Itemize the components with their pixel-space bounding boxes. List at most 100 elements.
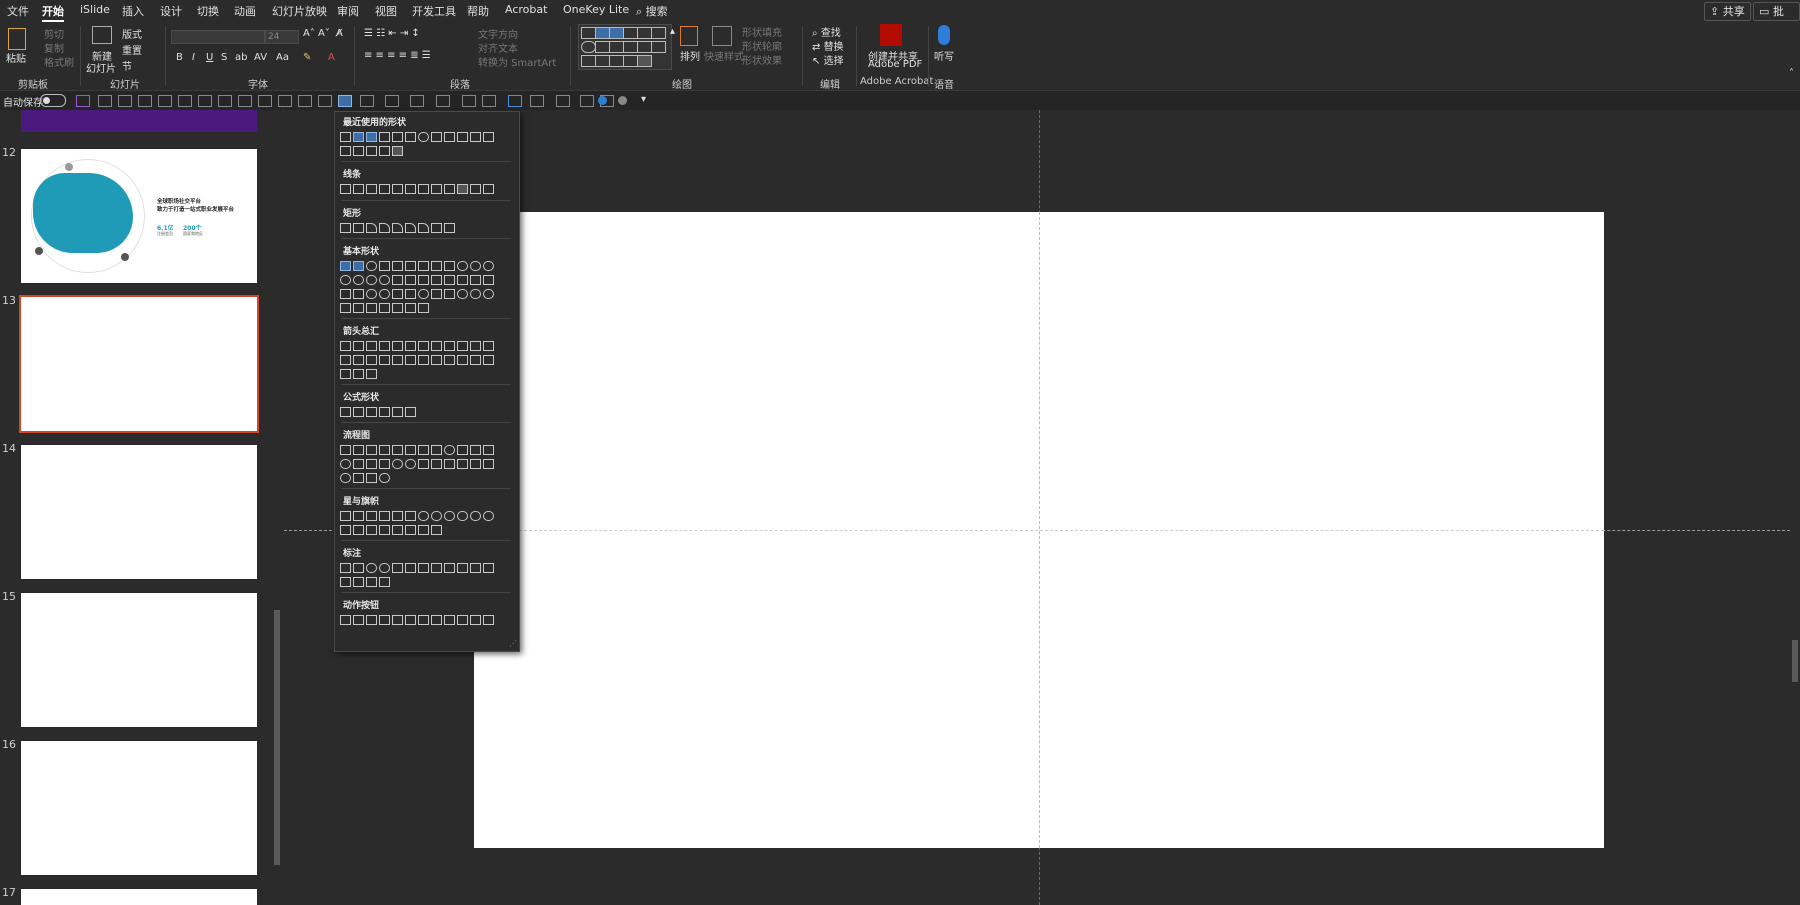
align-icons[interactable]: ≡ ≡ ≡ ≡ ≣ ☰: [364, 50, 431, 61]
qat-icon[interactable]: [530, 95, 544, 107]
layout-button[interactable]: 版式: [122, 26, 142, 41]
flowchart-summing-junction-shape[interactable]: [392, 459, 403, 469]
arrange-icon[interactable]: [680, 26, 698, 46]
bevel-shape[interactable]: [353, 289, 364, 299]
rounded-rectangle-shape[interactable]: [353, 223, 364, 233]
line-shape[interactable]: [340, 132, 351, 142]
arc-shape[interactable]: [379, 146, 390, 156]
bold-icon[interactable]: B: [176, 52, 183, 63]
align-left-icon[interactable]: [178, 95, 192, 107]
line-callout-shape[interactable]: [340, 577, 351, 587]
rectangle-shape[interactable]: [340, 223, 351, 233]
bent-arrow-shape[interactable]: [444, 341, 455, 351]
italic-icon[interactable]: I: [192, 52, 195, 63]
up-down-arrow-shape[interactable]: [405, 341, 416, 351]
shape-outline-button[interactable]: 形状轮廓: [742, 38, 782, 53]
slide-thumbnail-17[interactable]: [21, 889, 257, 905]
triangle-shape[interactable]: [444, 132, 455, 142]
share-button[interactable]: ⇪ 共享: [1704, 2, 1751, 21]
flowchart-terminator-shape[interactable]: [444, 445, 455, 455]
cube-shape[interactable]: [340, 289, 351, 299]
arrow-down-shape[interactable]: [340, 146, 351, 156]
right-triangle-shape[interactable]: [392, 261, 403, 271]
action-home-button-shape[interactable]: [392, 615, 403, 625]
rectangle-shape[interactable]: [651, 27, 666, 39]
plaque-shape[interactable]: [470, 275, 481, 285]
quick-styles-icon[interactable]: [712, 26, 732, 46]
flowchart-process-shape[interactable]: [340, 445, 351, 455]
flowchart-extract-shape[interactable]: [444, 459, 455, 469]
line-shape[interactable]: [392, 132, 403, 142]
minus-shape[interactable]: [353, 407, 364, 417]
donut-shape[interactable]: [366, 289, 377, 299]
plus-shape[interactable]: [340, 407, 351, 417]
tab-design[interactable]: 设计: [160, 3, 182, 19]
curved-connector-shape[interactable]: [418, 184, 429, 194]
dictate-button[interactable]: 听写: [934, 48, 954, 63]
lightning-bolt-shape[interactable]: [444, 289, 455, 299]
flowchart-or-shape[interactable]: [405, 459, 416, 469]
align-text-button[interactable]: 对齐文本: [478, 40, 518, 55]
line-shape[interactable]: [637, 27, 652, 39]
distribute-icon[interactable]: [298, 95, 312, 107]
grow-font-icon[interactable]: A˄ A˅: [303, 28, 330, 39]
pie-shape[interactable]: [366, 275, 377, 285]
flowchart-manual-operation-shape[interactable]: [483, 445, 494, 455]
rounded-rectangle-shape[interactable]: [431, 132, 442, 142]
color-dot-icon[interactable]: [618, 96, 627, 105]
qat-icon[interactable]: [138, 95, 152, 107]
format-painter-button[interactable]: 格式刷: [44, 54, 74, 69]
shapes-menu-icon[interactable]: [338, 95, 352, 107]
frame-shape[interactable]: [405, 275, 416, 285]
flowchart-document-shape[interactable]: [418, 445, 429, 455]
right-bracket-shape[interactable]: [392, 303, 403, 313]
search-box[interactable]: ⌕ 搜索: [636, 3, 668, 19]
collapse-ribbon-icon[interactable]: ˄: [1789, 68, 1794, 79]
flowchart-data-shape[interactable]: [379, 445, 390, 455]
horizontal-scroll-shape[interactable]: [405, 525, 416, 535]
color-dot-icon[interactable]: [598, 96, 607, 105]
font-size-combo[interactable]: 24: [265, 30, 299, 44]
double-arrow-line-shape[interactable]: [366, 184, 377, 194]
line-callout-shape[interactable]: [353, 577, 364, 587]
line-shape[interactable]: [623, 27, 638, 39]
star-10-shape[interactable]: [431, 511, 442, 521]
curved-ribbon-down-shape[interactable]: [379, 525, 390, 535]
cloud-callout-shape[interactable]: [379, 563, 390, 573]
freeform-shape[interactable]: [595, 55, 610, 67]
connector-shape[interactable]: [637, 41, 652, 53]
star-16-shape[interactable]: [457, 511, 468, 521]
underline-icon[interactable]: U: [206, 52, 213, 63]
parallelogram-shape[interactable]: [405, 261, 416, 271]
line-shape[interactable]: [379, 132, 390, 142]
shape-fill-button[interactable]: 形状填充: [742, 24, 782, 39]
down-arrow-callout-shape[interactable]: [457, 355, 468, 365]
moon-shape[interactable]: [470, 289, 481, 299]
block-arc-shape[interactable]: [392, 289, 403, 299]
textbox-shape[interactable]: [340, 261, 351, 271]
ribbon-up-shape[interactable]: [340, 525, 351, 535]
qat-icon[interactable]: [580, 95, 594, 107]
chord-shape[interactable]: [379, 275, 390, 285]
flowchart-offpage-connector-shape[interactable]: [353, 459, 364, 469]
font-name-combo[interactable]: [171, 30, 265, 44]
text-icon[interactable]: [385, 95, 399, 107]
left-right-arrow-callout-shape[interactable]: [340, 369, 351, 379]
tab-view[interactable]: 视图: [375, 3, 397, 19]
flowchart-card-shape[interactable]: [366, 459, 377, 469]
left-brace-shape[interactable]: [405, 303, 416, 313]
tab-transitions[interactable]: 切换: [197, 3, 219, 19]
oval-shape[interactable]: [418, 132, 429, 142]
section-button[interactable]: 节: [122, 58, 132, 73]
thumbnail-partial[interactable]: [21, 110, 257, 132]
slide-thumbnail-14[interactable]: [21, 445, 257, 579]
action-forward-button-shape[interactable]: [353, 615, 364, 625]
arrow-up-shape[interactable]: [366, 341, 377, 351]
slide-thumbnail-13[interactable]: [19, 295, 259, 433]
flowchart-manual-input-shape[interactable]: [470, 445, 481, 455]
curved-connector-shape[interactable]: [444, 184, 455, 194]
flowchart-decision-shape[interactable]: [366, 445, 377, 455]
arrow-left-shape[interactable]: [353, 341, 364, 351]
curved-right-arrow-shape[interactable]: [340, 355, 351, 365]
line-shape[interactable]: [340, 184, 351, 194]
